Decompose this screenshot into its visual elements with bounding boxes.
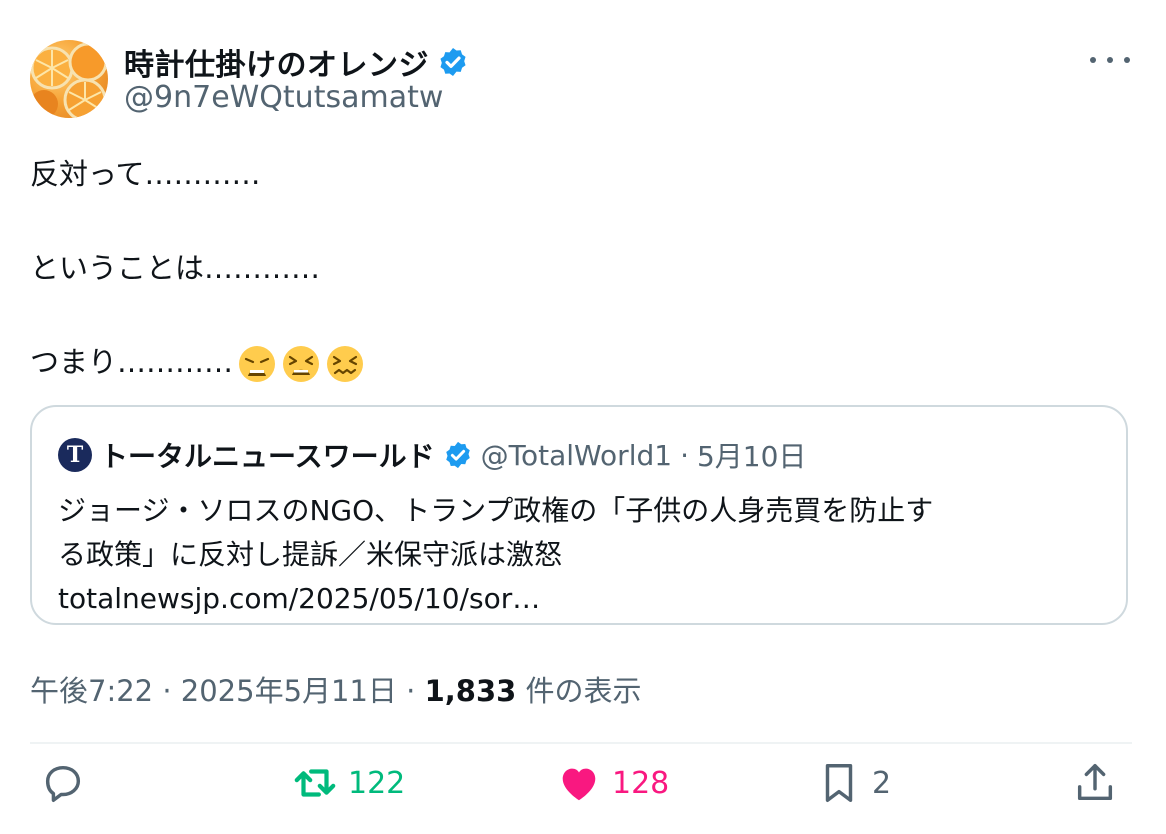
action-bar: 122 128 2 <box>0 760 1166 820</box>
dot <box>1107 57 1113 63</box>
orange-slices-avatar-icon <box>30 42 108 118</box>
post-line-text: つまり………… <box>30 345 234 379</box>
quoted-post-card[interactable]: T トータルニュースワールド @TotalWorld1 · 5月10日 ジョージ… <box>30 405 1128 625</box>
quoted-link[interactable]: totalnewsjp.com/2025/05/10/sor… <box>58 577 1108 621</box>
share-button[interactable] <box>1072 760 1118 806</box>
like-count: 128 <box>612 765 670 801</box>
divider <box>30 742 1132 744</box>
post-date[interactable]: 2025年5月11日 <box>181 674 397 708</box>
more-options-icon[interactable] <box>1090 48 1130 72</box>
verified-badge-icon <box>440 48 466 76</box>
quoted-author-handle[interactable]: @TotalWorld1 <box>481 439 672 472</box>
author-handle[interactable]: @9n7eWQtutsamatw <box>124 80 443 115</box>
post-line: ということは………… <box>30 251 321 285</box>
separator-dot: · <box>680 438 689 472</box>
bookmark-count: 2 <box>872 765 892 801</box>
tired-face-icon <box>281 344 321 384</box>
retweet-button[interactable]: 122 <box>292 760 405 806</box>
retweet-icon <box>294 769 336 797</box>
post-meta: 午後7:22 · 2025年5月11日 · 1,833 件の表示 <box>30 668 642 710</box>
like-button[interactable]: 128 <box>556 760 669 806</box>
post-line: 反対って………… <box>30 157 261 191</box>
dot <box>1124 57 1130 63</box>
views-count: 1,833 <box>424 674 517 708</box>
heart-icon <box>562 768 596 801</box>
reply-icon <box>45 765 81 802</box>
post-text: 反対って………… ということは………… つまり………… <box>30 150 1130 386</box>
quoted-text-line: る政策」に反対し提訴／米保守派は激怒 <box>58 538 563 571</box>
quoted-author-avatar[interactable]: T <box>58 438 92 472</box>
avatar[interactable] <box>30 40 108 118</box>
share-icon <box>1077 764 1113 801</box>
quoted-author-name[interactable]: トータルニュースワールド <box>100 435 435 475</box>
dot <box>1090 57 1096 63</box>
separator-dot: · <box>162 674 172 708</box>
confounded-face-icon <box>325 344 365 384</box>
separator-dot: · <box>406 674 416 708</box>
quoted-post-date[interactable]: 5月10日 <box>697 435 806 475</box>
author-name-text: 時計仕掛けのオレンジ <box>124 48 429 83</box>
verified-badge-icon <box>445 441 470 469</box>
bookmark-button[interactable]: 2 <box>816 760 891 806</box>
author-display-name[interactable]: 時計仕掛けのオレンジ <box>124 40 469 84</box>
bookmark-icon <box>825 764 853 802</box>
reply-button[interactable] <box>40 760 96 806</box>
weary-face-icon <box>237 344 277 384</box>
quoted-text-line: ジョージ・ソロスのNGO、トランプ政権の「子供の人身売買を防止す <box>58 494 934 527</box>
views-label: 件の表示 <box>525 674 642 708</box>
post-line-with-emoji: つまり………… <box>30 338 1130 386</box>
quoted-post-text: ジョージ・ソロスのNGO、トランプ政権の「子供の人身売買を防止す る政策」に反対… <box>58 489 1108 621</box>
quoted-post-header: T トータルニュースワールド @TotalWorld1 · 5月10日 <box>58 435 806 475</box>
retweet-count: 122 <box>348 765 406 801</box>
post-time[interactable]: 午後7:22 <box>30 674 153 708</box>
